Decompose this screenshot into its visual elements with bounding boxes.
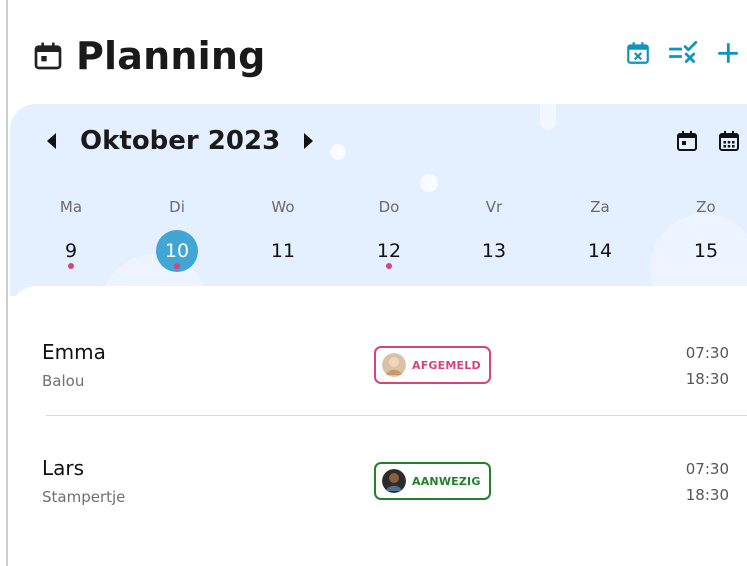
view-toggles — [675, 126, 741, 156]
weekday-label: Ma — [59, 198, 83, 216]
day-number[interactable]: 11 — [262, 230, 304, 272]
calendar-cancel-icon[interactable] — [625, 38, 651, 68]
decor-dot — [420, 174, 438, 192]
day-do[interactable]: Do 12 — [352, 198, 426, 269]
status-badge[interactable]: AFGEMELD — [374, 346, 491, 384]
group-name: Balou — [42, 372, 85, 390]
avatar — [382, 353, 406, 377]
group-name: Stampertje — [42, 488, 126, 506]
header-actions — [625, 38, 741, 68]
day-zo[interactable]: Zo 15 — [669, 198, 743, 272]
page-title: Planning — [32, 34, 266, 78]
avatar — [382, 469, 406, 493]
left-rail — [0, 0, 8, 566]
weekday-label: Di — [169, 198, 185, 216]
time-range: 07:30 18:30 — [686, 456, 729, 508]
weekday-label: Wo — [271, 198, 295, 216]
child-name: Emma — [42, 340, 106, 364]
list-item[interactable]: Emma Balou AFGEMELD 07:30 18:30 — [10, 310, 747, 420]
attendance-list: Emma Balou AFGEMELD 07:30 18:30 Lars Sta… — [10, 286, 747, 566]
calendar-panel: Oktober 2023 Ma 9 Di 10 Wo 11 Do 12 Vr 1… — [10, 104, 747, 296]
day-ma[interactable]: Ma 9 — [34, 198, 108, 269]
day-number[interactable]: 9 — [50, 230, 92, 272]
status-text: AFGEMELD — [412, 358, 481, 372]
day-number[interactable]: 14 — [579, 230, 621, 272]
decor-shape — [540, 104, 556, 130]
checklist-icon[interactable] — [667, 40, 699, 66]
day-view-icon[interactable] — [675, 126, 699, 156]
day-number-selected[interactable]: 10 — [156, 230, 198, 272]
calendar-today-icon — [32, 40, 64, 72]
next-month-button[interactable] — [296, 126, 322, 156]
day-number[interactable]: 13 — [473, 230, 515, 272]
status-text: AANWEZIG — [412, 474, 481, 488]
weekday-label: Do — [378, 198, 400, 216]
day-vr[interactable]: Vr 13 — [457, 198, 531, 272]
month-navigation: Oktober 2023 — [38, 126, 322, 156]
week-strip: Ma 9 Di 10 Wo 11 Do 12 Vr 13 Za 14 Zo 15 — [10, 198, 747, 278]
day-number[interactable]: 15 — [685, 230, 727, 272]
day-za[interactable]: Za 14 — [563, 198, 637, 272]
plus-icon[interactable] — [715, 40, 741, 66]
end-time: 18:30 — [685, 370, 729, 388]
start-time: 07:30 — [685, 344, 729, 362]
month-view-icon[interactable] — [717, 126, 741, 156]
weekday-label: Zo — [696, 198, 716, 216]
time-range: 07:30 18:30 — [686, 340, 729, 392]
month-label: Oktober 2023 — [80, 126, 281, 156]
day-number[interactable]: 12 — [368, 230, 410, 272]
page-header: Planning — [10, 0, 747, 104]
status-badge[interactable]: AANWEZIG — [374, 462, 491, 500]
child-name: Lars — [42, 456, 85, 480]
divider — [46, 415, 747, 416]
end-time: 18:30 — [685, 486, 729, 504]
day-di[interactable]: Di 10 — [140, 198, 214, 272]
page-title-text: Planning — [76, 34, 266, 78]
decor-dot — [330, 144, 346, 160]
start-time: 07:30 — [685, 460, 729, 478]
list-item[interactable]: Lars Stampertje AANWEZIG 07:30 18:30 — [10, 426, 747, 536]
weekday-label: Za — [590, 198, 610, 216]
day-wo[interactable]: Wo 11 — [246, 198, 320, 272]
prev-month-button[interactable] — [38, 126, 64, 156]
weekday-label: Vr — [485, 198, 503, 216]
